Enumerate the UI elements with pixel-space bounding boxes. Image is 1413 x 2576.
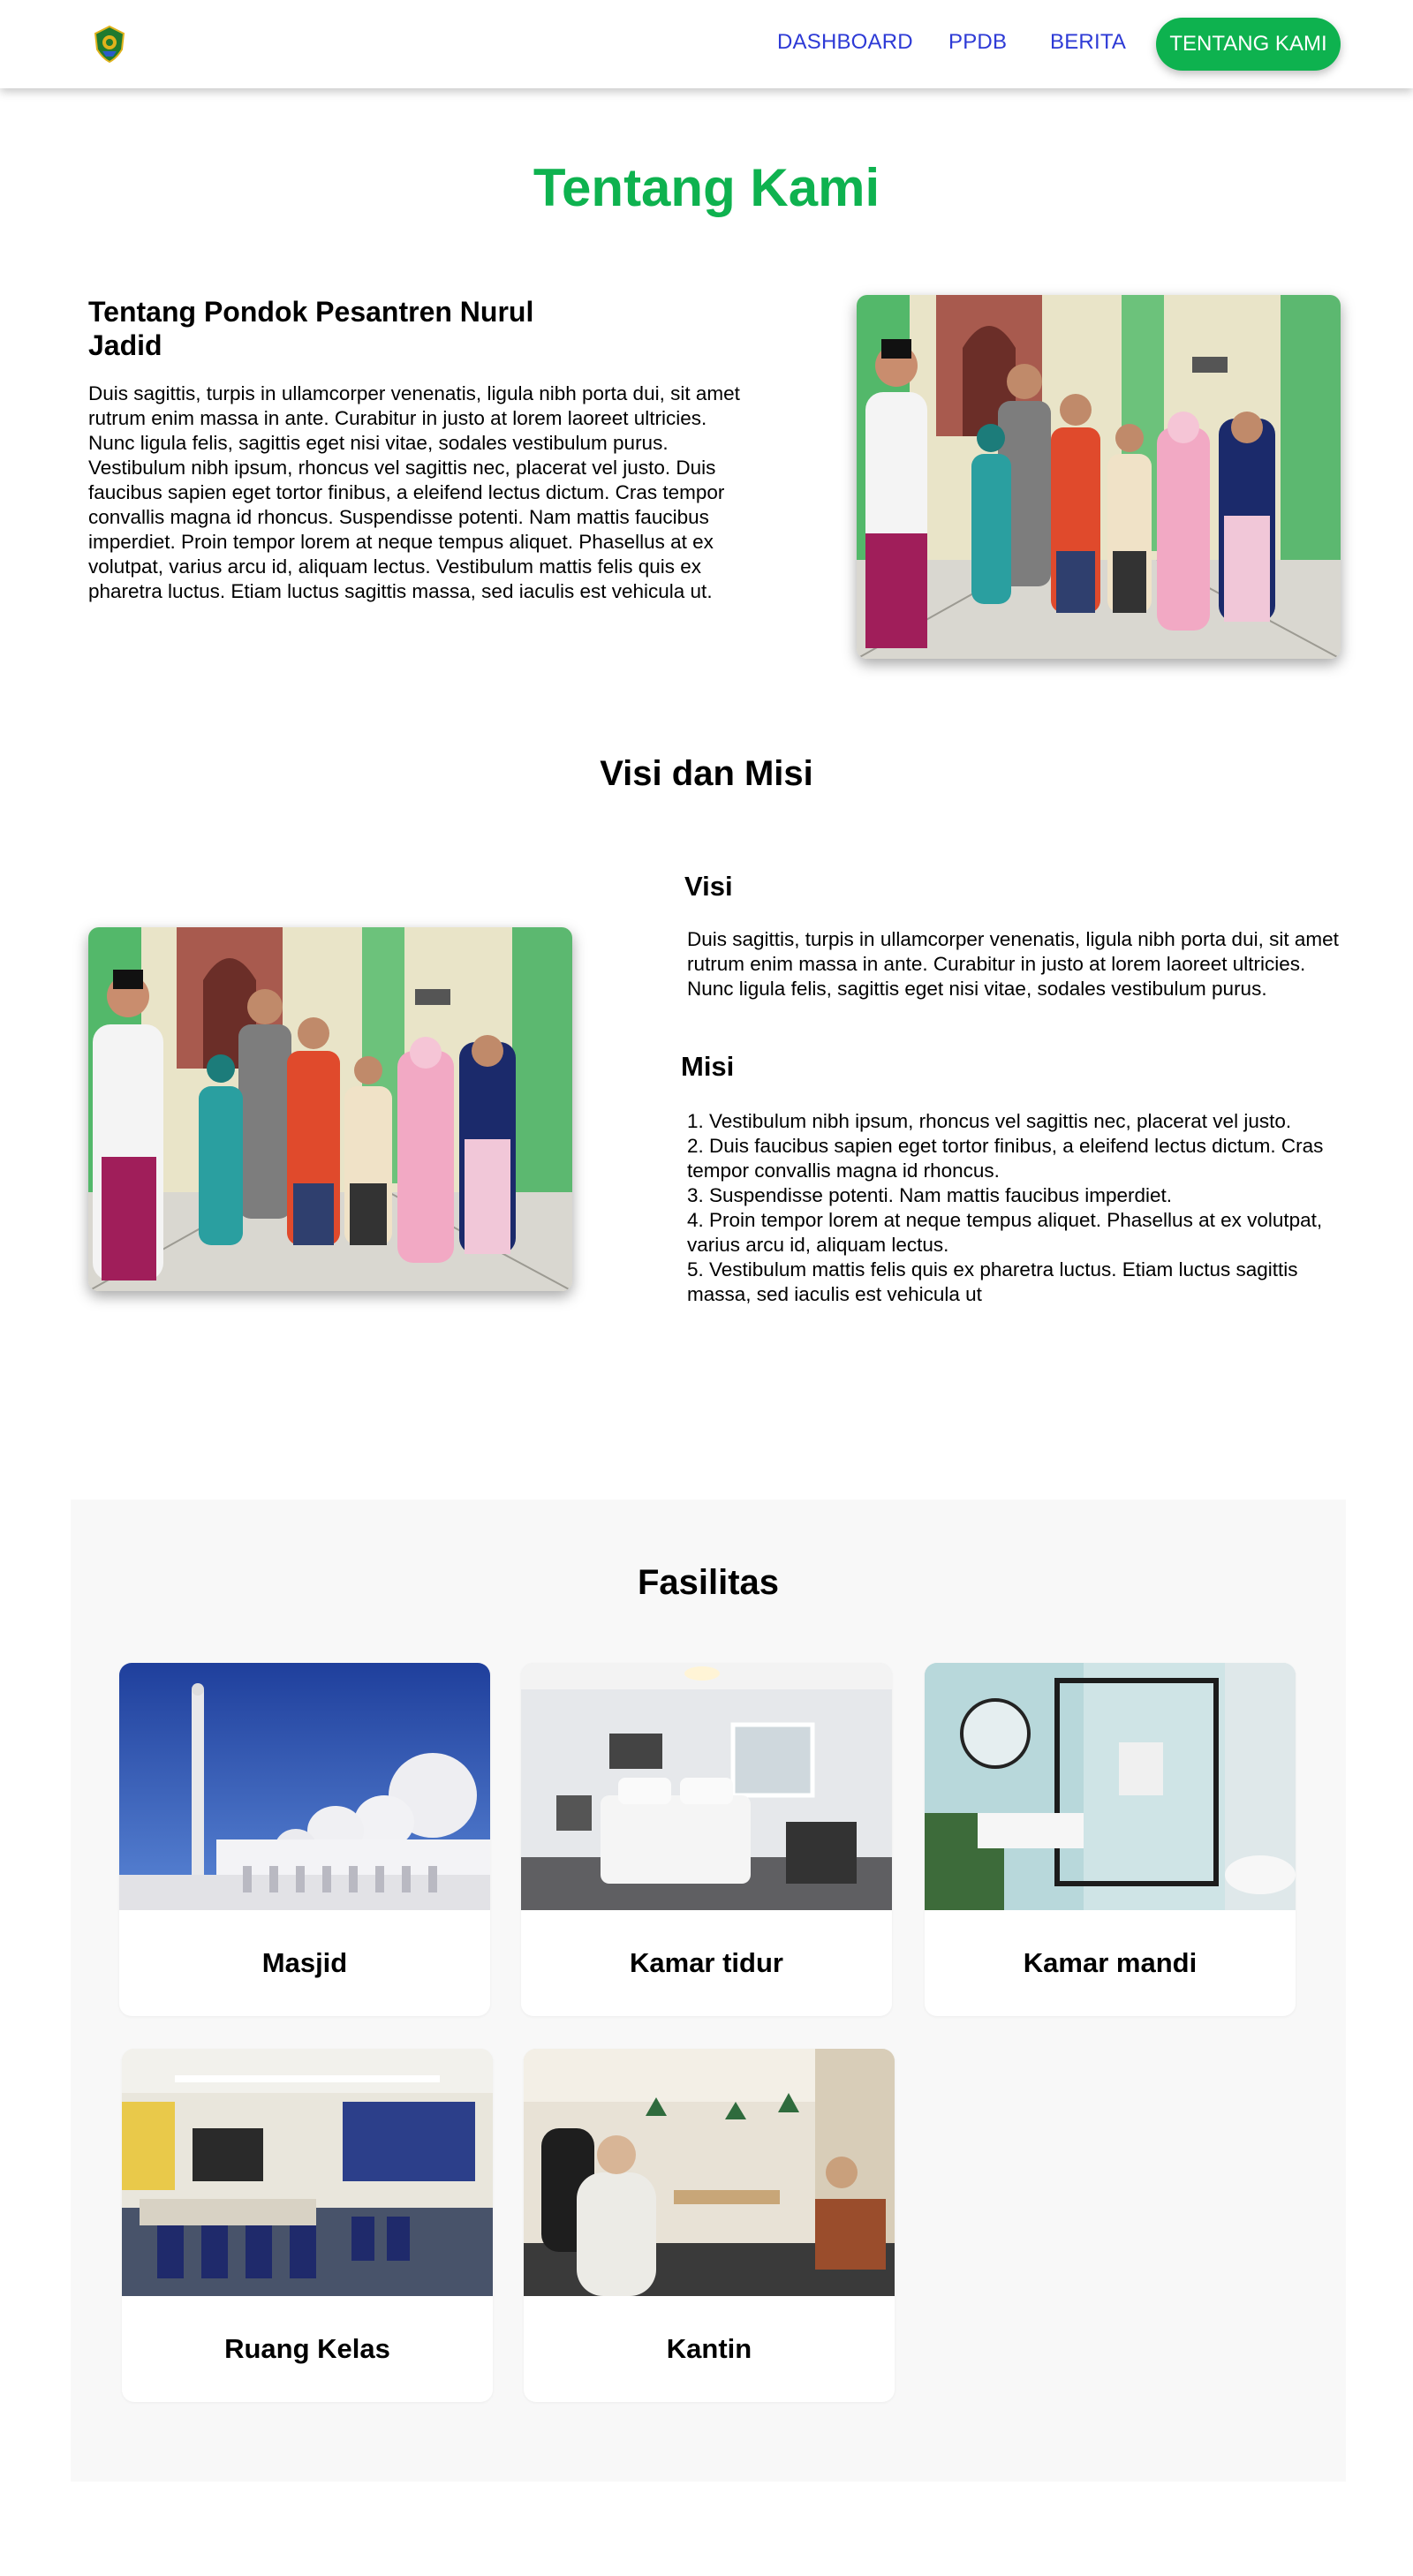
fasilitas-section: Fasilitas Masjid Kamar tidur Kamar mandi… (71, 1500, 1346, 2482)
visi-heading: Visi (684, 871, 733, 902)
nav-berita[interactable]: BERITA (1050, 30, 1126, 55)
facility-label: Masjid (261, 1947, 348, 1978)
misi-item: 4. Proin tempor lorem at neque tempus al… (687, 1209, 1323, 1256)
visi-text: Duis sagittis, turpis in ullamcorper ven… (687, 928, 1339, 1000)
fasilitas-title: Fasilitas (637, 1563, 780, 1602)
about-photo (857, 295, 1341, 659)
misi-item: 5. Vestibulum mattis felis quis ex phare… (687, 1258, 1298, 1305)
misi-heading: Misi (681, 1051, 735, 1082)
misi-list: 1. Vestibulum nibh ipsum, rhoncus vel sa… (687, 1109, 1345, 1307)
bathroom-photo (925, 1663, 1296, 1910)
facility-card-kamar-tidur[interactable]: Kamar tidur (521, 1663, 892, 2016)
mosque-photo (119, 1663, 490, 1910)
misi-item: 1. Vestibulum nibh ipsum, rhoncus vel sa… (687, 1110, 1292, 1132)
facility-card-kamar-mandi[interactable]: Kamar mandi (925, 1663, 1296, 2016)
page-title: Tentang Kami (533, 158, 880, 217)
about-text: Duis sagittis, turpis in ullamcorper ven… (88, 382, 740, 602)
classroom-photo (122, 2049, 493, 2296)
facility-label: Kamar mandi (1023, 1947, 1198, 1978)
facility-label: Ruang Kelas (224, 2333, 390, 2364)
facility-label: Kantin (666, 2333, 752, 2364)
facility-card-masjid[interactable]: Masjid (119, 1663, 490, 2016)
facility-card-kantin[interactable]: Kantin (524, 2049, 895, 2402)
nav-tentang-kami-button[interactable]: TENTANG KAMI (1156, 18, 1341, 71)
facility-card-ruang-kelas[interactable]: Ruang Kelas (122, 2049, 493, 2402)
about-heading: Tentang Pondok Pesantren Nurul Jadid (88, 296, 534, 361)
navbar: DASHBOARD PPDB BERITA TENTANG KAMI (0, 0, 1413, 88)
nav-dashboard[interactable]: DASHBOARD (777, 30, 913, 55)
facility-label: Kamar tidur (630, 1947, 783, 1978)
visi-misi-title: Visi dan Misi (600, 754, 813, 793)
canteen-photo (524, 2049, 895, 2296)
visi-misi-photo (88, 927, 572, 1291)
misi-item: 2. Duis faucibus sapien eget tortor fini… (687, 1135, 1324, 1182)
crest-logo-icon[interactable] (90, 25, 129, 64)
misi-item: 3. Suspendisse potenti. Nam mattis fauci… (687, 1184, 1173, 1206)
nav-ppdb[interactable]: PPDB (948, 30, 1007, 55)
bedroom-photo (521, 1663, 892, 1910)
